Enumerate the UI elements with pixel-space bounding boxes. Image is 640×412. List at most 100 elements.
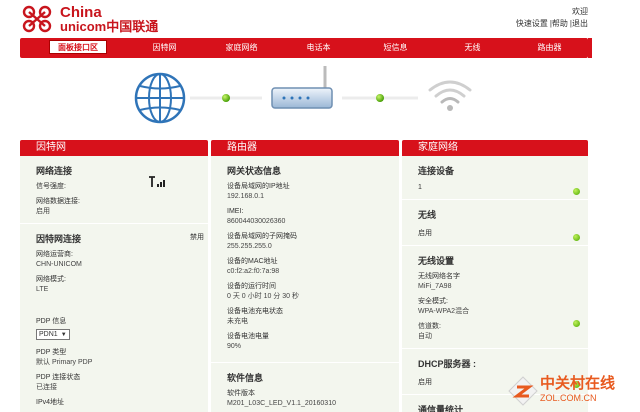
network-connection-title: 网络连接 [36, 166, 73, 176]
operator-value: CHN-UNICOM [36, 261, 82, 268]
uptime-label: 设备的运行时间 [227, 283, 276, 290]
home-network-panel: 家庭网络 连接设备 1 无线 启用 无线设置 无线网络名字 MiFi_7A98 … [402, 140, 588, 412]
internet-connection-title: 因特网连接 [36, 234, 82, 244]
wireless-value: 启用 [418, 230, 432, 237]
data-connection-field: 网络数据连接: 启用 [36, 197, 208, 217]
security-mode-label: 安全模式: [418, 298, 448, 305]
pdp-state-label: PDP 连接状态 [36, 374, 81, 381]
lan-ip-field: 设备局域网的IP地址 192.168.0.1 [227, 182, 399, 202]
zol-watermark-sub: ZOL.COM.CN [540, 393, 597, 403]
nav-dashboard[interactable]: 面板接口区 [40, 38, 116, 58]
subnet-mask-value: 255.255.255.0 [227, 243, 272, 250]
logout-link[interactable]: 退出 [572, 19, 588, 28]
connection-diagram [134, 66, 472, 124]
imei-label: IMEI: [227, 208, 244, 215]
nav-sms[interactable]: 短信息 [357, 38, 434, 58]
data-connection-value: 启用 [36, 208, 50, 215]
security-mode-value: WPA-WPA2混合 [418, 308, 470, 315]
header-links: 快速设置 |帮助 |退出 [516, 18, 588, 30]
software-version-label: 软件版本 [227, 390, 255, 397]
wireless-settings-title: 无线设置 [418, 256, 455, 266]
ipv4-label: IPv4地址 [36, 399, 65, 406]
lan-ip-label: 设备局域网的IP地址 [227, 183, 290, 190]
ipv4-field: IPv4地址 [36, 398, 208, 408]
zol-watermark-text: 中关村在线 [540, 375, 616, 392]
header-user-area: 欢迎 快速设置 |帮助 |退出 [516, 6, 588, 30]
link-line-right [342, 94, 418, 102]
data-connection-label: 网络数据连接: [36, 198, 80, 205]
subnet-mask-label: 设备局域网的子网掩码 [227, 233, 297, 240]
status-dot-icon [573, 320, 580, 327]
operator-field: 网络运营商: CHN-UNICOM [36, 250, 208, 270]
charge-state-value: 未充电 [227, 318, 248, 325]
software-version-field: 软件版本 M201_L03C_LED_V1.1_20160310 [227, 389, 399, 409]
nav-internet[interactable]: 因特网 [126, 38, 203, 58]
lan-ip-value: 192.168.0.1 [227, 193, 264, 200]
quick-setup-link[interactable]: 快速设置 [516, 19, 548, 28]
main-nav: 面板接口区 因特网 家庭网络 电话本 短信息 无线 路由器 [20, 38, 592, 58]
battery-level-label: 设备电池电量 [227, 333, 269, 340]
mac-field: 设备的MAC地址 c0:f2:a2:f0:7a:98 [227, 257, 399, 277]
ssid-label: 无线网络名字 [418, 273, 460, 280]
help-link[interactable]: 帮助 [552, 19, 568, 28]
nav-wireless[interactable]: 无线 [434, 38, 511, 58]
nav-edge [588, 38, 592, 58]
wireless-title: 无线 [418, 210, 437, 220]
signal-label: 信号强度: [36, 183, 66, 190]
zol-logo-icon [508, 376, 538, 406]
channel-label: 信道数: [418, 323, 441, 330]
channel-field: 信道数: 自动 [418, 322, 588, 342]
wireless-section: 无线 启用 [402, 208, 588, 241]
unicom-knot-icon [22, 5, 52, 33]
connected-devices-title: 连接设备 [418, 166, 455, 176]
mac-label: 设备的MAC地址 [227, 258, 278, 265]
charge-state-field: 设备电池充电状态 未充电 [227, 307, 399, 327]
software-info-title: 软件信息 [227, 373, 264, 383]
pdp-type-label: PDP 类型 [36, 349, 67, 356]
wifi-icon [428, 80, 472, 111]
subnet-mask-field: 设备局域网的子网掩码 255.255.255.0 [227, 232, 399, 252]
divider [402, 245, 588, 246]
router-panel-header: 路由器 [211, 140, 399, 156]
battery-level-field: 设备电池电量 90% [227, 332, 399, 352]
mac-value: c0:f2:a2:f0:7a:98 [227, 268, 280, 275]
divider [402, 199, 588, 200]
nav-home-network[interactable]: 家庭网络 [203, 38, 280, 58]
nav-phonebook[interactable]: 电话本 [280, 38, 357, 58]
wireless-settings-section: 无线设置 无线网络名字 MiFi_7A98 安全模式: WPA-WPA2混合 信… [402, 254, 588, 342]
status-dot-icon [573, 188, 580, 195]
internet-panel-header: 因特网 [20, 140, 208, 156]
divider [211, 362, 399, 363]
divider [20, 223, 208, 224]
nav-router[interactable]: 路由器 [511, 38, 588, 58]
pdp-info-field: PDP 信息 [36, 317, 208, 327]
uptime-field: 设备的运行时间 0 天 0 小时 10 分 30 秒 [227, 282, 399, 302]
imei-value: 860044030026360 [227, 218, 286, 225]
gateway-status-title: 网关状态信息 [227, 166, 282, 176]
charge-state-label: 设备电池充电状态 [227, 308, 283, 315]
pdp-select-value: PDN1 [39, 331, 58, 338]
ssid-value: MiFi_7A98 [418, 283, 452, 290]
logo-text-china: China [60, 4, 102, 21]
pdp-info-label: PDP 信息 [36, 318, 67, 325]
link-line-left [190, 94, 262, 102]
nav-dashboard-label: 面板接口区 [49, 40, 107, 54]
operator-label: 网络运营商: [36, 251, 73, 258]
software-version-value: M201_L03C_LED_V1.1_20160310 [227, 400, 336, 407]
disable-link[interactable]: 禁用 [190, 232, 204, 242]
network-mode-field: 网络模式: LTE [36, 275, 208, 295]
internet-panel: 因特网 网络连接 信号强度: 网络数据连接: 启用 因特网连接 网络运营商: C… [20, 140, 208, 412]
unicom-logo: China unicom中国联通 [20, 4, 180, 34]
connected-devices-section: 连接设备 1 [402, 164, 588, 195]
pdp-state-value: 已连接 [36, 384, 57, 391]
security-mode-field: 安全模式: WPA-WPA2混合 [418, 297, 588, 317]
network-mode-value: LTE [36, 286, 49, 293]
chevron-down-icon: ▼ [60, 332, 67, 338]
home-network-panel-header: 家庭网络 [402, 140, 588, 156]
welcome-text: 欢迎 [572, 7, 588, 16]
network-mode-label: 网络模式: [36, 276, 66, 283]
battery-level-value: 90% [227, 343, 242, 350]
logo-text-unicom: unicom中国联通 [60, 19, 159, 34]
pdp-select[interactable]: PDN1 ▼ [36, 329, 70, 340]
pdp-state-field: PDP 连接状态 已连接 [36, 373, 208, 393]
